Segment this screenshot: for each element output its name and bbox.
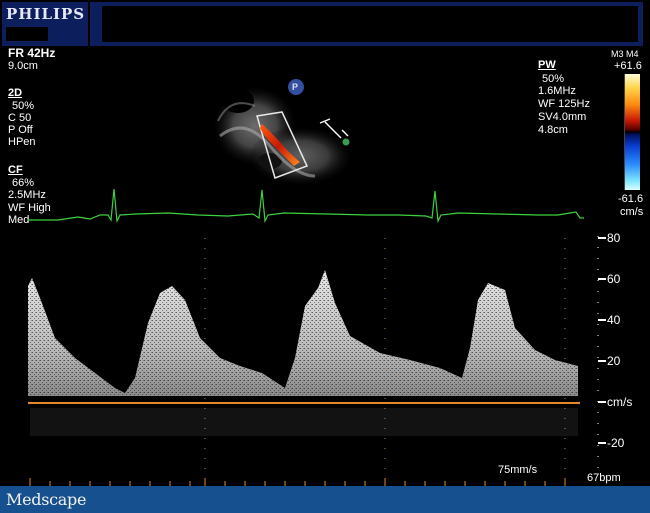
mode-2d-harmonic: HPen (8, 136, 36, 148)
spectral-doppler-display (28, 236, 606, 486)
footer-bar (0, 486, 650, 513)
echo-2d-image (215, 79, 350, 184)
brand-logo: PHILIPS (6, 5, 86, 23)
axis-unit-label: cm/s (607, 395, 633, 409)
frame-rate-label: FR 42Hz (8, 46, 56, 60)
mode-2d-persistence: P Off (8, 124, 33, 136)
mode-2d-title: 2D (8, 87, 23, 99)
ecg-trace (28, 188, 584, 224)
mode-2d-compression: C 50 (8, 112, 32, 124)
footer-logo: Medscape (6, 490, 87, 509)
color-scale-modes: M3 M4 (611, 49, 639, 59)
color-scale-max: +61.6 (614, 60, 642, 72)
color-velocity-bar (624, 74, 640, 190)
pw-wall-filter: WF 125Hz (538, 98, 590, 110)
axis-label-60: 60 (607, 272, 621, 286)
pw-gate-depth: 4.8cm (538, 124, 568, 136)
probe-orientation-marker: P (292, 82, 299, 92)
pw-sample-volume: SV4.0mm (538, 111, 587, 123)
patient-info-redacted (102, 6, 638, 42)
pw-frequency: 1.6MHz (538, 85, 576, 97)
color-scale-unit: cm/s (620, 206, 644, 218)
pw-gain: 50% (542, 73, 565, 85)
ultrasound-screen: PHILIPS FR 42Hz 9.0cm 2D 50% C 50 P Off … (0, 0, 650, 513)
axis-label-80: 80 (607, 231, 621, 245)
heart-rate: 67bpm (587, 472, 621, 484)
cf-priority: Med (8, 214, 30, 226)
axis-label-40: 40 (607, 313, 621, 327)
cf-title: CF (8, 164, 23, 176)
axis-label-minus-20: -20 (607, 436, 625, 450)
depth-label: 9.0cm (8, 60, 38, 72)
brand-redaction (6, 27, 48, 41)
mode-2d-gain: 50% (12, 100, 35, 112)
color-scale-min: -61.6 (618, 193, 644, 205)
axis-label-20: 20 (607, 354, 621, 368)
pw-title: PW (538, 59, 556, 71)
sweep-speed: 75mm/s (498, 464, 538, 476)
